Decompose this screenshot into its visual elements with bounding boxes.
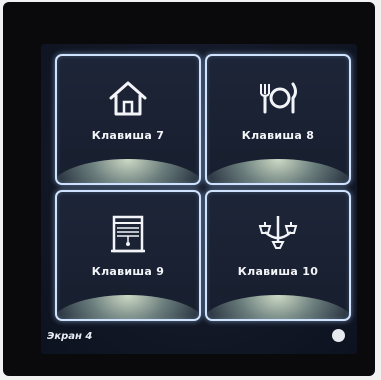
key-9-button[interactable]: Клавиша 9 [55,190,201,321]
device-bezel: Клавиша 7 Клавиша 8 Клавиша 9 Клавиша 10… [3,2,375,376]
key-8-label: Клавиша 8 [241,129,315,142]
screen-page-label: Экран 4 [47,331,93,342]
page-indicator-dot[interactable] [332,329,345,342]
key-8-button[interactable]: Клавиша 8 [205,54,351,185]
key-10-button[interactable]: Клавиша 10 [205,190,351,321]
key-7-label: Клавиша 7 [91,129,165,142]
key-glow [207,295,349,319]
window-blinds-icon [111,215,145,253]
key-9-label: Клавиша 9 [91,265,165,278]
key-10-label: Клавиша 10 [237,265,319,278]
key-7-button[interactable]: Клавиша 7 [55,54,201,185]
key-glow [57,295,199,319]
dining-icon [260,82,297,114]
home-icon [109,81,147,116]
key-glow [57,159,199,183]
key-glow [207,159,349,183]
touch-screen: Клавиша 7 Клавиша 8 Клавиша 9 Клавиша 10… [41,44,357,354]
chandelier-icon [258,216,298,249]
